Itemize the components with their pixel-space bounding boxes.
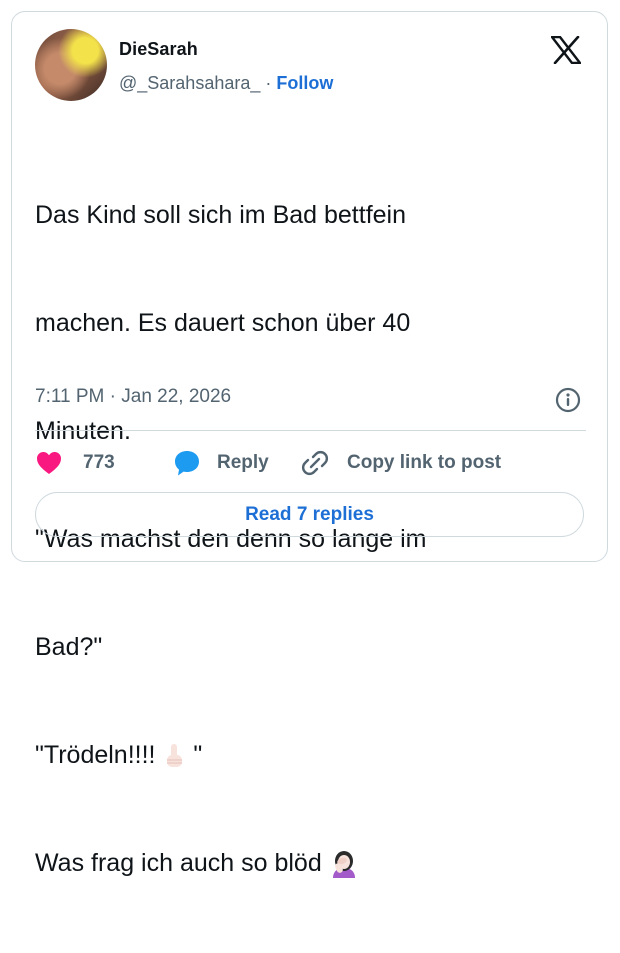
tweet-line-part: Was frag ich auch so blöd — [35, 849, 329, 877]
tweet-timestamp[interactable]: 7:11 PM · Jan 22, 2026 — [35, 386, 231, 408]
reply-bubble-icon — [175, 451, 199, 476]
tweet-line-part: "Trödeln!!!! — [35, 741, 163, 769]
read-replies-label: Read 7 replies — [245, 503, 374, 525]
x-logo-icon[interactable] — [551, 36, 581, 64]
info-icon[interactable] — [555, 387, 581, 413]
follow-button[interactable]: Follow — [276, 73, 333, 93]
read-replies-button[interactable]: Read 7 replies — [35, 492, 584, 537]
index-pointing-up-emoji — [167, 744, 183, 768]
tweet-line: "Trödeln!!!! " — [35, 737, 555, 773]
handle-separator: · — [265, 73, 272, 93]
like-button[interactable]: 773 — [35, 448, 115, 478]
tweet-time: 7:11 PM — [35, 386, 105, 407]
tweet-text: Das Kind soll sich im Bad bettfein mache… — [35, 125, 555, 953]
author-handle[interactable]: @_Sarahsahara_ — [119, 73, 260, 93]
tweet-line: Was frag ich auch so blöd — [35, 845, 555, 881]
tweet-line: Minuten. — [35, 417, 131, 445]
copy-link-label: Copy link to post — [347, 452, 502, 473]
heart-icon — [37, 452, 61, 474]
author-handle-row: @_Sarahsahara_ · Follow — [119, 73, 333, 94]
tweet-date: Jan 22, 2026 — [121, 386, 232, 407]
tweet-line: machen. Es dauert schon über 40 — [35, 309, 411, 337]
tweet-card: DieSarah @_Sarahsahara_ · Follow Das Kin… — [11, 11, 608, 879]
woman-facepalming-emoji — [332, 851, 355, 879]
link-icon — [301, 450, 329, 476]
avatar[interactable] — [35, 29, 107, 101]
tweet-line: Das Kind soll sich im Bad bettfein — [35, 201, 407, 229]
meta-separator: · — [109, 386, 116, 407]
action-bar: 773 Reply Copy link to post — [35, 448, 586, 478]
reply-label: Reply — [217, 452, 269, 473]
divider — [35, 430, 586, 431]
reply-button[interactable]: Reply — [173, 448, 269, 478]
tweet-line: Bad?" — [35, 633, 103, 661]
copy-link-button[interactable]: Copy link to post — [301, 448, 501, 478]
author-display-name[interactable]: DieSarah — [119, 39, 198, 60]
like-count: 773 — [83, 452, 115, 473]
tweet-line-part: " — [186, 741, 203, 769]
